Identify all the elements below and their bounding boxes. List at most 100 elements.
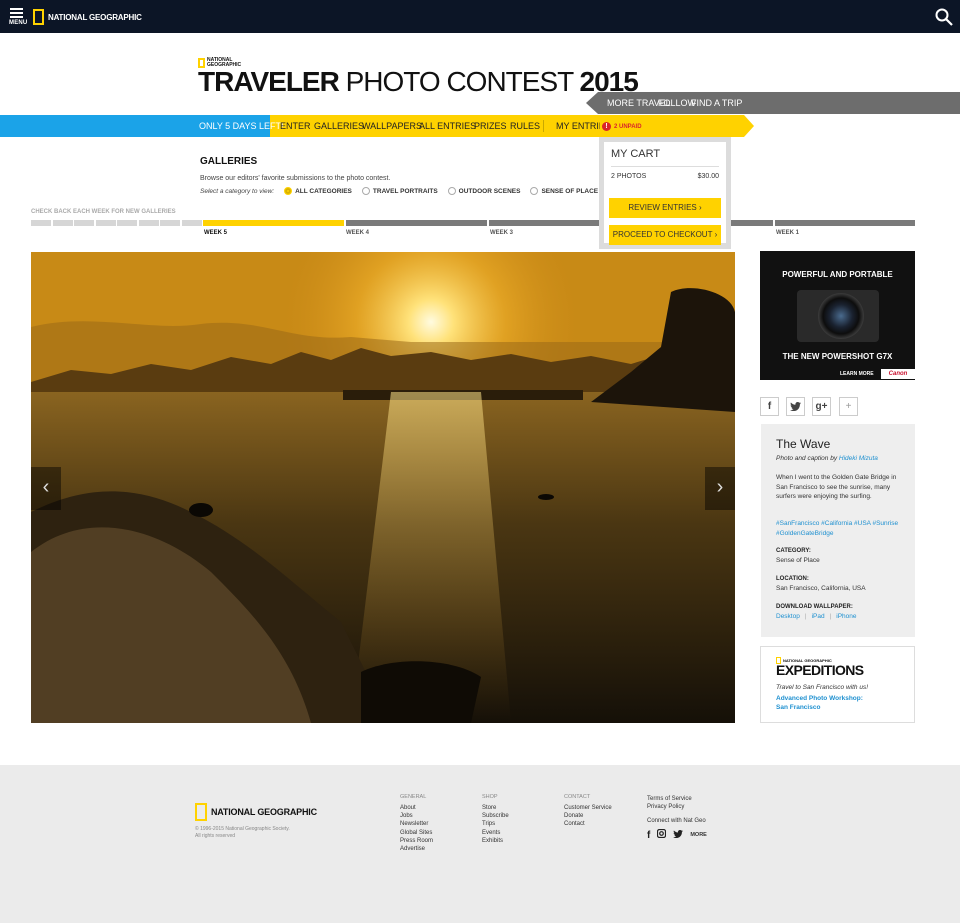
week-5-bar[interactable] xyxy=(203,220,344,226)
unpaid-badge[interactable]: ! 2 UNPAID xyxy=(600,121,645,132)
footer-link[interactable]: Store xyxy=(482,804,509,812)
next-photo-button[interactable]: › xyxy=(705,467,735,510)
twitter-share-button[interactable] xyxy=(786,397,805,416)
footer-link[interactable]: Contact xyxy=(564,820,612,828)
gallery-photo[interactable] xyxy=(31,252,735,723)
chevron-right-icon: › xyxy=(699,203,702,212)
nav-rules[interactable]: RULES xyxy=(510,121,540,131)
plus-icon: + xyxy=(845,401,852,412)
week-1-label[interactable]: WEEK 1 xyxy=(776,230,799,236)
footer-link[interactable]: Trips xyxy=(482,820,509,828)
photo-credit: Photo and caption by Hideki Mizuta xyxy=(776,455,878,462)
days-left-label: ONLY 5 DAYS LEFT! xyxy=(199,121,284,131)
download-ipad-link[interactable]: iPad xyxy=(812,613,825,620)
radio-icon xyxy=(530,187,539,195)
footer-link[interactable]: Press Room xyxy=(400,837,433,845)
more-share-button[interactable]: + xyxy=(839,397,858,416)
ad-product: THE NEW POWERSHOT G7X xyxy=(782,352,893,361)
nav-wallpapers[interactable]: WALLPAPERS xyxy=(362,121,422,131)
ng-logo[interactable]: NATIONAL GEOGRAPHIC xyxy=(33,9,142,25)
review-entries-button[interactable]: REVIEW ENTRIES › xyxy=(609,198,721,218)
chevron-right-icon: › xyxy=(716,476,724,498)
footer-link[interactable]: Jobs xyxy=(400,812,433,820)
download-heading: DOWNLOAD WALLPAPER: xyxy=(776,604,853,610)
title-traveler: TRAVELER xyxy=(198,66,340,97)
week-3-label[interactable]: WEEK 3 xyxy=(490,230,513,236)
twitter-icon xyxy=(790,402,801,412)
footer-link[interactable]: Global Sites xyxy=(400,829,433,837)
author-link[interactable]: Hideki Mizuta xyxy=(839,455,878,462)
ad-learn-more[interactable]: LEARN MORE xyxy=(840,371,874,377)
footer-link[interactable]: Exhibits xyxy=(482,837,509,845)
facebook-icon[interactable]: f xyxy=(647,830,650,841)
footer-link[interactable]: About xyxy=(400,804,433,812)
google-plus-share-button[interactable]: g+ xyxy=(812,397,831,416)
expeditions-promo[interactable]: NATIONAL GEOGRAPHIC EXPEDITIONS Travel t… xyxy=(760,646,915,723)
check-back-note: CHECK BACK EACH WEEK FOR NEW GALLERIES xyxy=(31,209,176,215)
nav-prizes[interactable]: PRIZES xyxy=(474,121,507,131)
expeditions-tagline: Travel to San Francisco with us! xyxy=(776,684,868,691)
category-prompt: Select a category to view: xyxy=(200,187,275,195)
footer-logo-text: NATIONAL GEOGRAPHIC xyxy=(211,807,317,817)
terms-link[interactable]: Terms of Service xyxy=(647,795,706,803)
find-a-trip-link[interactable]: FIND A TRIP xyxy=(691,98,742,108)
download-iphone-link[interactable]: iPhone xyxy=(836,613,856,620)
week-4-label[interactable]: WEEK 4 xyxy=(346,230,369,236)
cart-photo-count: 2 PHOTOS xyxy=(611,173,647,180)
nav-all-entries[interactable]: ALL ENTRIES xyxy=(419,121,476,131)
week-4-bar[interactable] xyxy=(346,220,487,226)
separator: | xyxy=(829,613,832,620)
radio-selected-icon xyxy=(284,187,293,195)
footer-link[interactable]: Advertise xyxy=(400,845,433,853)
photo-tags[interactable]: #SanFrancisco #California #USA #Sunrise … xyxy=(776,519,906,538)
old-gallery-segment[interactable] xyxy=(138,220,159,226)
twitter-icon[interactable] xyxy=(673,829,684,841)
category-sense-of-place[interactable]: SENSE OF PLACE xyxy=(530,187,598,195)
footer-heading: SHOP xyxy=(482,794,498,800)
category-all[interactable]: ALL CATEGORIES xyxy=(284,187,352,195)
footer-link[interactable]: Events xyxy=(482,829,509,837)
old-gallery-segment[interactable] xyxy=(95,220,116,226)
connect-label: Connect with Nat Geo xyxy=(647,818,706,825)
old-gallery-segment[interactable] xyxy=(160,220,180,226)
search-button[interactable] xyxy=(935,8,953,26)
galleries-description: Browse our editors' favorite submissions… xyxy=(200,175,391,182)
nav-galleries[interactable]: GALLERIES xyxy=(314,121,364,131)
footer-col-shop: SHOP Store Subscribe Trips Events Exhibi… xyxy=(482,794,509,845)
cart-panel: MY CART 2 PHOTOS $30.00 REVIEW ENTRIES ›… xyxy=(604,142,726,245)
facebook-share-button[interactable]: f xyxy=(760,397,779,416)
ad-headline: POWERFUL AND PORTABLE xyxy=(782,270,893,279)
footer-heading: CONTACT xyxy=(564,794,591,800)
proceed-to-checkout-button[interactable]: PROCEED TO CHECKOUT › xyxy=(609,225,721,245)
week-3-bar[interactable] xyxy=(489,220,599,226)
category-travel-portraits[interactable]: TRAVEL PORTRAITS xyxy=(361,187,438,195)
canon-ad[interactable]: POWERFUL AND PORTABLE THE NEW POWERSHOT … xyxy=(760,251,915,380)
week-5-label[interactable]: WEEK 5 xyxy=(204,230,227,236)
footer-link[interactable]: Donate xyxy=(564,812,612,820)
expeditions-link[interactable]: Advanced Photo Workshop: San Francisco xyxy=(776,694,863,712)
old-gallery-segment[interactable] xyxy=(52,220,73,226)
menu-button[interactable]: MENU xyxy=(9,8,27,28)
old-gallery-segment[interactable] xyxy=(117,220,137,226)
week-2-bar[interactable] xyxy=(731,220,773,226)
google-plus-icon: g+ xyxy=(815,401,828,412)
social-more-link[interactable]: MORE xyxy=(690,832,707,838)
week-1-bar[interactable] xyxy=(775,220,915,226)
category-label: ALL CATEGORIES xyxy=(295,187,352,195)
instagram-icon[interactable] xyxy=(657,828,667,841)
credit-prefix: Photo and caption by xyxy=(776,455,838,462)
previous-photo-button[interactable]: ‹ xyxy=(31,467,61,510)
privacy-link[interactable]: Privacy Policy xyxy=(647,803,706,811)
old-gallery-segment[interactable] xyxy=(74,220,94,226)
old-gallery-segment[interactable] xyxy=(31,220,51,226)
footer-link[interactable]: Subscribe xyxy=(482,812,509,820)
nav-enter[interactable]: ENTER xyxy=(280,121,311,131)
footer-link[interactable]: Newsletter xyxy=(400,820,433,828)
download-desktop-link[interactable]: Desktop xyxy=(776,613,800,620)
category-outdoor-scenes[interactable]: OUTDOOR SCENES xyxy=(447,187,520,195)
cart-dropdown: MY CART 2 PHOTOS $30.00 REVIEW ENTRIES ›… xyxy=(599,137,731,249)
footer-logo[interactable]: NATIONAL GEOGRAPHIC xyxy=(195,803,317,821)
old-gallery-segment[interactable] xyxy=(181,220,202,226)
footer-link[interactable]: Customer Service xyxy=(564,804,612,812)
yellow-border-icon xyxy=(195,803,207,821)
